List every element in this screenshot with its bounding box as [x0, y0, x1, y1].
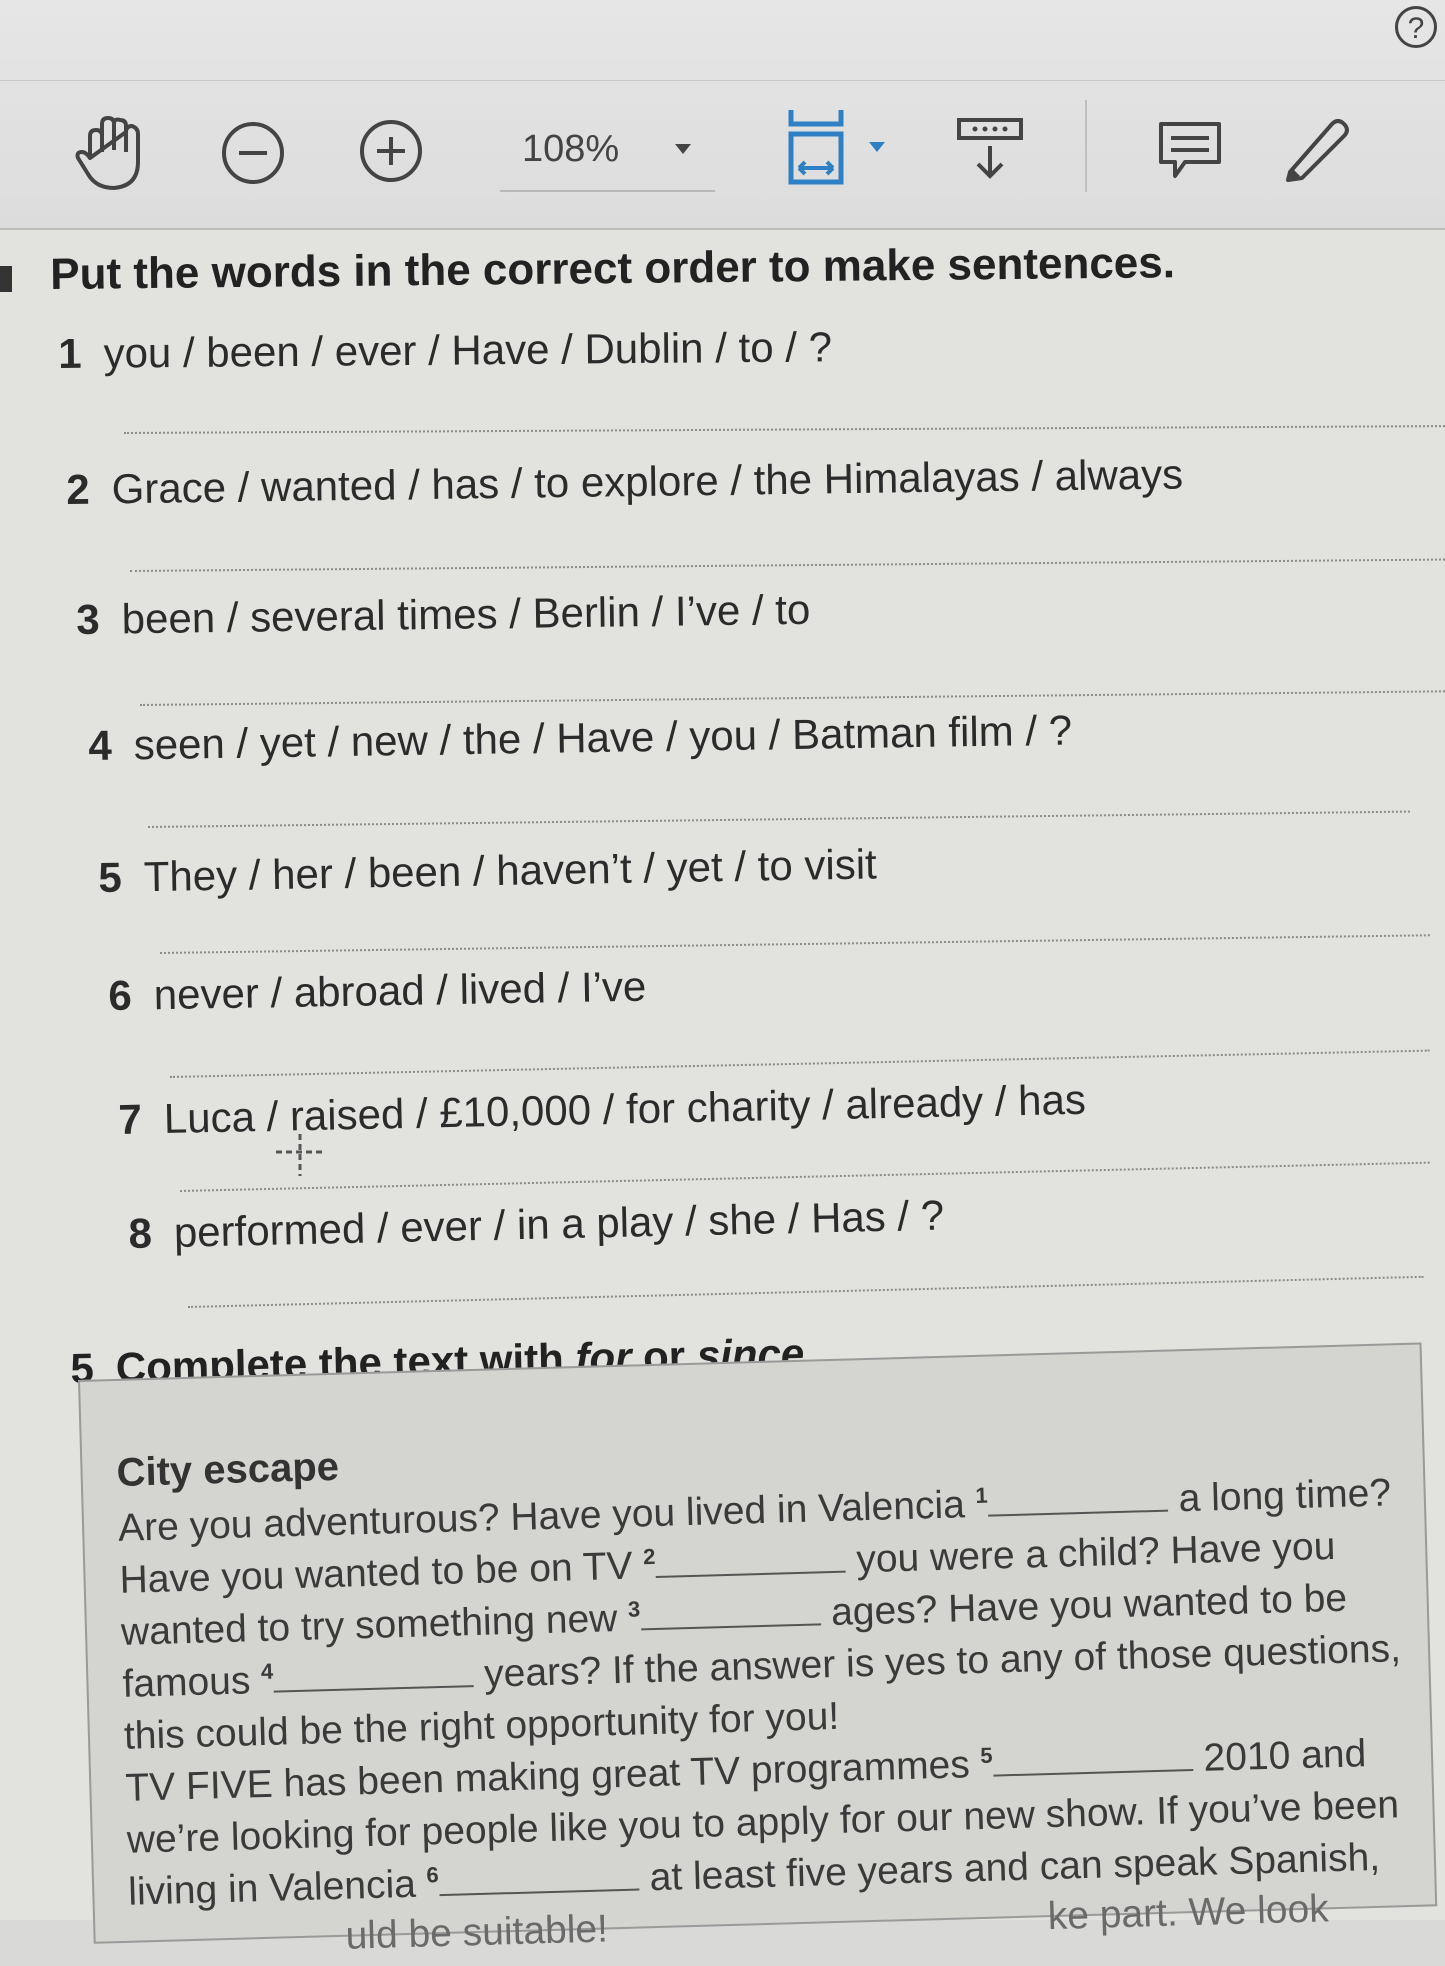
exercise-item-1: 1 you / been / ever / Have / Dublin / to …	[58, 323, 833, 377]
help-button[interactable]: ?	[1395, 6, 1437, 48]
exercise-item-6: 6 never / abroad / lived / I’ve	[108, 962, 647, 1019]
gap-4[interactable]	[272, 1655, 474, 1693]
gap-6[interactable]	[438, 1858, 640, 1897]
zoom-in-icon[interactable]	[358, 118, 424, 184]
gap-3[interactable]	[639, 1593, 821, 1631]
text-cursor-icon	[276, 1134, 324, 1176]
zoom-out-icon[interactable]	[220, 120, 286, 186]
toolbar-divider	[1085, 100, 1087, 192]
exercise-item-3: 3 been / several times / Berlin / I’ve / …	[76, 585, 811, 643]
pdf-toolbar: ? 108%	[0, 0, 1445, 230]
reading-text-box: City escape Are you adventurous? Have yo…	[78, 1342, 1438, 1958]
hand-tool-icon[interactable]	[72, 112, 150, 194]
pen-icon[interactable]	[1278, 112, 1352, 184]
gap-1[interactable]	[987, 1479, 1169, 1517]
zoom-value: 108%	[522, 128, 620, 170]
comment-icon[interactable]	[1155, 118, 1225, 184]
gap-5[interactable]	[992, 1739, 1194, 1777]
gap-2[interactable]	[655, 1540, 846, 1578]
fit-page-icon[interactable]	[785, 104, 895, 188]
text-title: City escape	[115, 1444, 340, 1495]
zoom-select[interactable]: 108%	[500, 118, 715, 192]
exercise-4-number-fragment	[0, 266, 12, 292]
chevron-down-icon	[675, 144, 691, 154]
toolbar-top-strip	[0, 0, 1445, 81]
scroll-mode-icon[interactable]	[955, 116, 1025, 182]
